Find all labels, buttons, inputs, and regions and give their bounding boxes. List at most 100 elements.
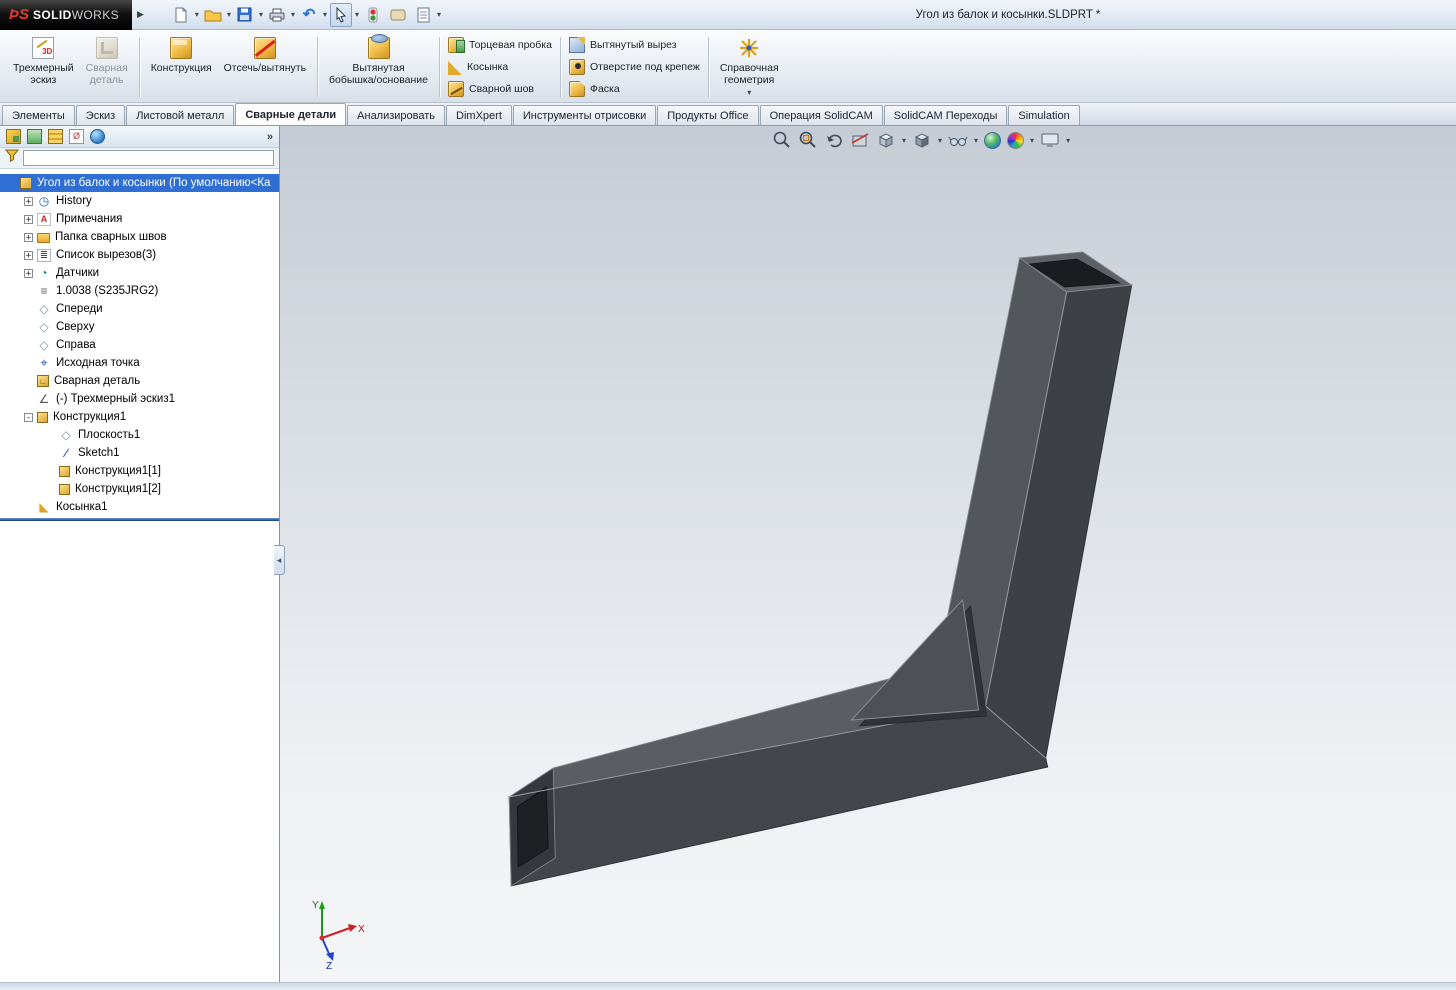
tree-item-construction1-2[interactable]: Конструкция1[2] xyxy=(0,480,279,498)
tab-office-products[interactable]: Продукты Office xyxy=(657,105,759,125)
zoom-to-fit-icon[interactable] xyxy=(772,130,792,150)
reference-geometry-dropdown-caret-icon[interactable] xyxy=(747,87,751,99)
propertymanager-tab-icon[interactable] xyxy=(27,129,42,144)
tree-item-cut-list[interactable]: + Список вырезов(3) xyxy=(0,246,279,264)
panel-collapse-handle[interactable]: ◂ xyxy=(274,545,285,575)
tree-item-construction1-1[interactable]: Конструкция1[1] xyxy=(0,462,279,480)
properties-dropdown-caret-icon[interactable] xyxy=(437,10,441,19)
hide-show-items-caret-icon[interactable] xyxy=(974,136,978,145)
tab-render-tools[interactable]: Инструменты отрисовки xyxy=(512,105,657,125)
quick-access-toolbar: ↶ xyxy=(170,2,441,27)
ribbon-button-chamfer[interactable]: Фаска xyxy=(567,80,702,98)
display-style-icon[interactable] xyxy=(912,130,932,150)
tree-item-weldment-feature[interactable]: Сварная деталь xyxy=(0,372,279,390)
ribbon-toolbar: Трехмерный эскиз Сварная деталь Конструк… xyxy=(0,30,1456,103)
tree-item-history[interactable]: + History xyxy=(0,192,279,210)
previous-view-icon[interactable] xyxy=(824,130,844,150)
plane-icon xyxy=(37,321,51,334)
view-settings-caret-icon[interactable] xyxy=(1066,136,1070,145)
tab-weldments[interactable]: Сварные детали xyxy=(235,103,347,125)
tree-item-material[interactable]: 1.0038 (S235JRG2) xyxy=(0,282,279,300)
tree-item-sensors[interactable]: + Датчики xyxy=(0,264,279,282)
tab-elements[interactable]: Элементы xyxy=(2,105,75,125)
3d-model[interactable] xyxy=(280,126,1456,982)
tree-expander-icon[interactable]: + xyxy=(24,250,33,260)
print-icon[interactable] xyxy=(266,3,288,27)
ribbon-button-3d-sketch[interactable]: Трехмерный эскиз xyxy=(7,33,80,101)
displaymanager-tab-icon[interactable] xyxy=(90,129,105,144)
tab-solidcam-transitions[interactable]: SolidCAM Переходы xyxy=(883,105,1008,125)
ribbon-button-weld-bead[interactable]: Сварной шов xyxy=(446,80,554,98)
section-view-icon[interactable] xyxy=(850,130,870,150)
tree-item-annotations[interactable]: + Примечания xyxy=(0,210,279,228)
undo-icon[interactable]: ↶ xyxy=(298,3,320,27)
chamfer-icon xyxy=(568,81,585,97)
ribbon-button-reference-geometry[interactable]: Справочная геометрия xyxy=(714,33,785,101)
tree-expander-icon[interactable]: + xyxy=(24,214,33,224)
tree-item-gusset1[interactable]: Косынка1 xyxy=(0,498,279,516)
tree-item-origin[interactable]: Исходная точка xyxy=(0,354,279,372)
z-axis-arrow xyxy=(326,952,334,961)
ribbon-button-gusset[interactable]: Косынка xyxy=(446,59,554,76)
view-orientation-caret-icon[interactable] xyxy=(902,136,906,145)
tree-filter-input[interactable] xyxy=(23,150,274,166)
open-icon[interactable] xyxy=(202,3,224,27)
edit-appearance-icon[interactable] xyxy=(984,131,1002,149)
tab-solidcam-operation[interactable]: Операция SolidCAM xyxy=(759,105,883,125)
apply-scene-icon[interactable] xyxy=(1007,131,1025,149)
undo-dropdown-caret-icon[interactable] xyxy=(323,10,327,19)
tab-sketch[interactable]: Эскиз xyxy=(75,105,126,125)
ribbon-button-hole-wizard[interactable]: Отверстие под крепеж xyxy=(567,58,702,76)
display-style-caret-icon[interactable] xyxy=(938,136,942,145)
graphics-viewport[interactable]: Y X Z xyxy=(280,126,1456,982)
tree-expander-icon[interactable]: + xyxy=(24,268,33,278)
ribbon-button-weldment[interactable]: Сварная деталь xyxy=(80,33,134,101)
dimxpertmanager-tab-icon[interactable] xyxy=(69,129,84,144)
menu-expand-arrow[interactable]: ▶ xyxy=(137,9,144,20)
featuremanager-tab-icon[interactable] xyxy=(6,129,21,144)
select-cursor-icon[interactable] xyxy=(330,2,352,27)
tree-item-front-plane[interactable]: Спереди xyxy=(0,300,279,318)
hide-show-items-icon[interactable] xyxy=(948,130,968,150)
save-dropdown-caret-icon[interactable] xyxy=(259,10,263,19)
tree-item-3d-sketch1[interactable]: (-) Трехмерный эскиз1 xyxy=(0,390,279,408)
ribbon-button-structural-member[interactable]: Конструкция xyxy=(145,33,218,101)
options-icon[interactable] xyxy=(387,3,409,27)
ribbon-button-extruded-cut[interactable]: Вытянутый вырез xyxy=(567,36,702,54)
tree-expander-icon[interactable]: + xyxy=(24,232,33,242)
file-properties-icon[interactable] xyxy=(412,3,434,27)
apply-scene-caret-icon[interactable] xyxy=(1030,136,1034,145)
new-dropdown-caret-icon[interactable] xyxy=(195,10,199,19)
tree-expander-icon[interactable]: + xyxy=(24,196,33,206)
tab-dimxpert[interactable]: DimXpert xyxy=(446,105,512,125)
rollback-bar[interactable] xyxy=(0,518,279,521)
tab-simulation[interactable]: Simulation xyxy=(1008,105,1080,125)
model-gusset-face[interactable] xyxy=(850,598,980,721)
print-dropdown-caret-icon[interactable] xyxy=(291,10,295,19)
zoom-to-area-icon[interactable] xyxy=(798,130,818,150)
tree-item-construction1[interactable]: - Конструкция1 xyxy=(0,408,279,426)
tab-sheet-metal[interactable]: Листовой металл xyxy=(126,105,235,125)
tree-item-plane1[interactable]: Плоскость1 xyxy=(0,426,279,444)
view-orientation-icon[interactable] xyxy=(876,130,896,150)
view-settings-icon[interactable] xyxy=(1040,130,1060,150)
tree-item-weld-folder[interactable]: + Папка сварных швов xyxy=(0,228,279,246)
rebuild-icon[interactable] xyxy=(362,3,384,27)
tree-item-top-plane[interactable]: Сверху xyxy=(0,318,279,336)
tree-expander-icon[interactable]: - xyxy=(24,412,33,422)
ribbon-button-end-cap[interactable]: Торцевая пробка xyxy=(446,36,554,54)
tree-item-sketch1[interactable]: Sketch1 xyxy=(0,444,279,462)
tab-evaluate[interactable]: Анализировать xyxy=(347,105,446,125)
cut-list-icon xyxy=(37,248,51,262)
ribbon-button-extruded-boss[interactable]: Вытянутая бобышка/основание xyxy=(323,33,434,101)
configurationmanager-tab-icon[interactable] xyxy=(48,129,63,144)
tree-item-right-plane[interactable]: Справа xyxy=(0,336,279,354)
panel-overflow-chevron[interactable]: » xyxy=(267,131,273,143)
open-dropdown-caret-icon[interactable] xyxy=(227,10,231,19)
filter-funnel-icon xyxy=(4,149,20,167)
new-document-icon[interactable] xyxy=(170,3,192,27)
ribbon-button-trim-extend[interactable]: Отсечь/вытянуть xyxy=(218,33,312,101)
save-icon[interactable] xyxy=(234,3,256,27)
select-dropdown-caret-icon[interactable] xyxy=(355,10,359,19)
tree-root-item[interactable]: Угол из балок и косынки (По умолчанию<Ка xyxy=(0,174,279,192)
